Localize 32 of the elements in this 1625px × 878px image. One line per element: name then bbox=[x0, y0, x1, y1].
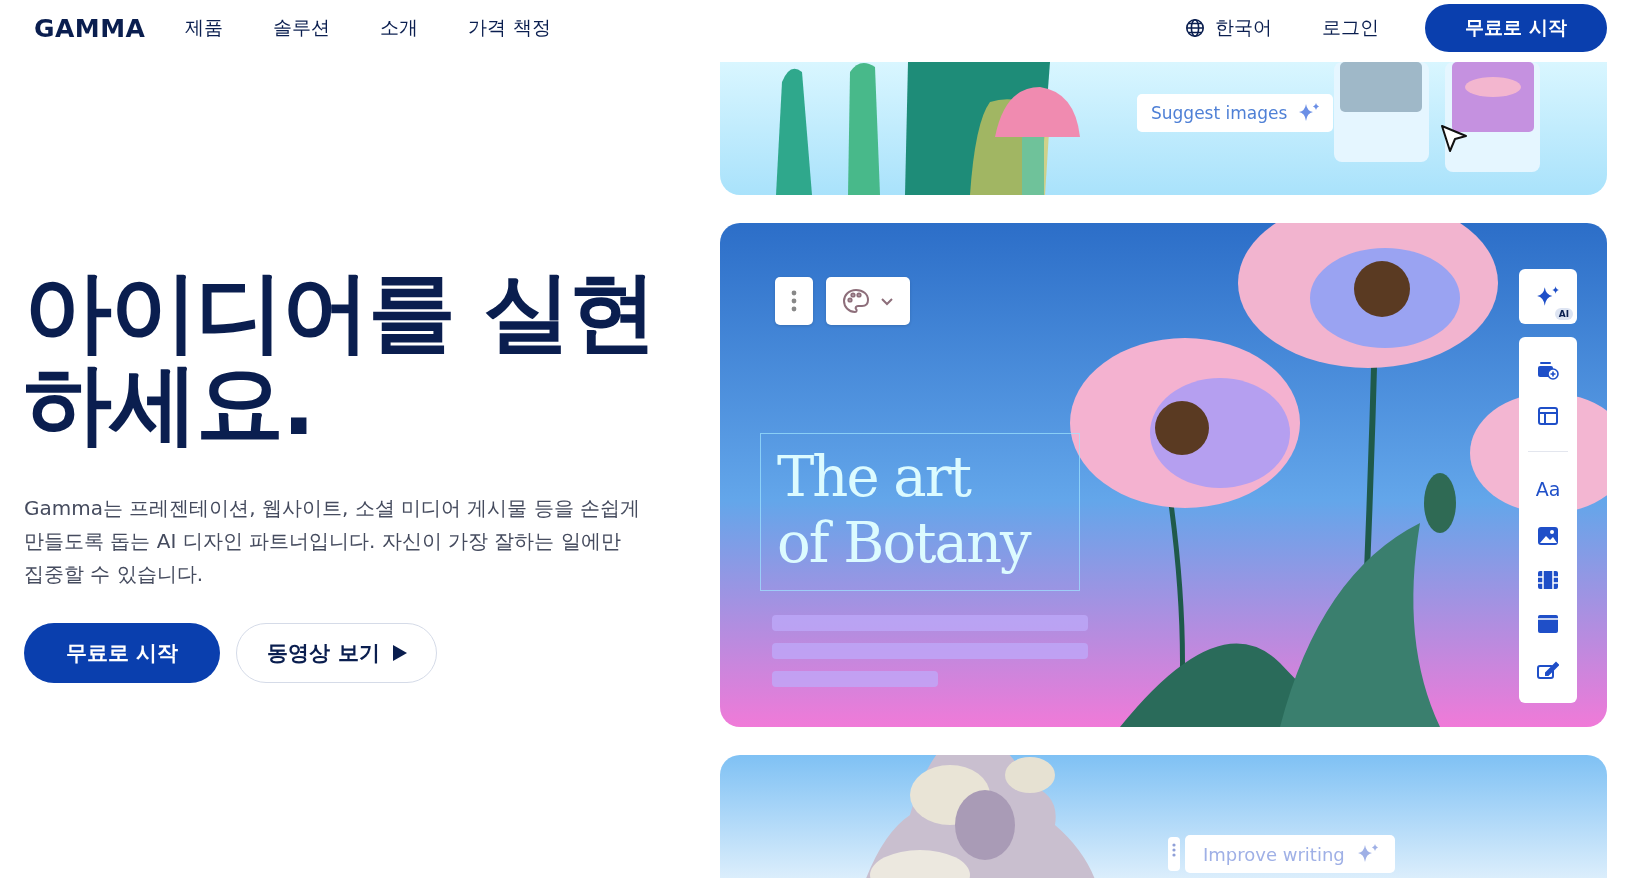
more-icon bbox=[791, 290, 797, 312]
layout-icon[interactable] bbox=[1538, 406, 1558, 425]
cursor-icon bbox=[1440, 124, 1468, 154]
suggest-images-button[interactable]: Suggest images bbox=[1137, 94, 1334, 132]
watch-video-button[interactable]: 동영상 보기 bbox=[236, 623, 437, 683]
nav-link[interactable]: 솔루션 bbox=[273, 15, 331, 41]
edit-icon[interactable] bbox=[1537, 659, 1559, 680]
chevron-icon bbox=[880, 296, 894, 306]
embed-icon[interactable] bbox=[1538, 615, 1558, 634]
globe-icon bbox=[1185, 18, 1206, 38]
more-button[interactable] bbox=[1168, 837, 1180, 871]
theme-dropdown[interactable] bbox=[826, 277, 910, 325]
image-icon[interactable] bbox=[1538, 526, 1558, 545]
hero-title: 아이디어를 실현하세요. bbox=[24, 266, 656, 450]
language-selector[interactable]: 한국어 bbox=[1185, 15, 1273, 41]
start-button[interactable]: 무료로 시작 bbox=[1425, 4, 1607, 52]
play-icon bbox=[391, 644, 408, 662]
more-button[interactable] bbox=[775, 277, 813, 325]
logo[interactable]: GAMMA bbox=[34, 13, 146, 43]
nav-link[interactable]: 제품 bbox=[185, 15, 224, 41]
video-icon[interactable] bbox=[1538, 571, 1558, 590]
text-tool[interactable]: Aa bbox=[1535, 478, 1561, 501]
hero-description: Gamma는 프레젠테이션, 웹사이트, 소셜 미디어 게시물 등을 손쉽게 만들도록 돕는 AI 디자인 파트너입니다. 자신이 가장 잘하는 일에만 집중할 수 있습니다. bbox=[24, 495, 642, 588]
more-icon bbox=[1172, 843, 1176, 857]
ai-button[interactable]: AI bbox=[1519, 269, 1577, 324]
login-link[interactable]: 로그인 bbox=[1322, 15, 1380, 41]
nav-link[interactable]: 소개 bbox=[380, 15, 419, 41]
palette-icon bbox=[842, 288, 870, 314]
add-card-icon[interactable] bbox=[1537, 360, 1559, 381]
nav-link[interactable]: 가격 책정 bbox=[468, 15, 551, 41]
ai-badge: AI bbox=[1554, 308, 1573, 320]
start-button[interactable]: 무료로 시작 bbox=[24, 623, 221, 683]
